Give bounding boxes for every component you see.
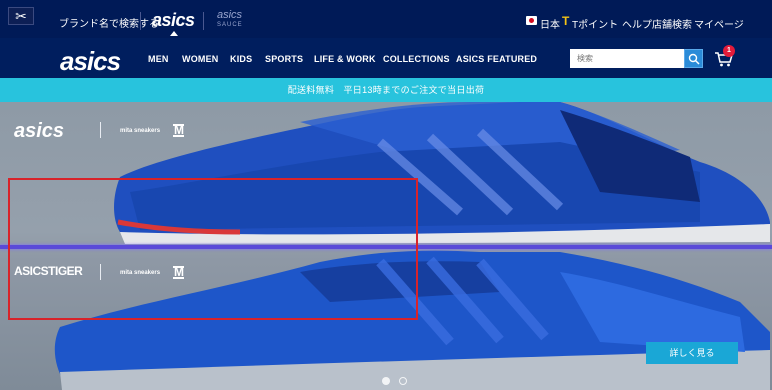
carousel-dot-active[interactable] (382, 377, 390, 385)
nav-collections[interactable]: COLLECTIONS (383, 54, 450, 64)
divider (140, 12, 141, 30)
mita-sneakers-label: mita sneakers (120, 128, 161, 134)
tpoint-icon: T (562, 14, 570, 28)
country-link[interactable]: 日本 (540, 16, 560, 31)
search-icon (688, 53, 700, 65)
search-input[interactable] (570, 49, 684, 68)
divider (203, 12, 204, 30)
nav-sports[interactable]: SPORTS (265, 54, 303, 64)
asics-logo[interactable]: asics (60, 46, 121, 77)
search-button[interactable] (684, 49, 703, 68)
mypage-link[interactable]: マイページ (694, 16, 744, 31)
nav-women[interactable]: WOMEN (182, 54, 219, 64)
active-brand-indicator (170, 31, 178, 36)
search-by-brand-link[interactable]: ブランド名で検索する (59, 15, 159, 30)
nav-men[interactable]: MEN (148, 54, 169, 64)
main-navigation: asics MEN WOMEN KIDS SPORTS LIFE & WORK … (0, 38, 772, 78)
utility-bar: ✂ ブランド名で検索する asics asics SAUCE 日本 T Tポイン… (0, 0, 772, 38)
see-details-button[interactable]: 詳しく見る (646, 342, 738, 364)
cart-count-badge: 1 (723, 45, 735, 57)
highlight-rectangle (8, 178, 418, 320)
help-link[interactable]: ヘルプ (622, 16, 652, 31)
tools-icon[interactable]: ✂ (8, 7, 34, 25)
hero-asics-tiger-logo: ASICSTIGER (14, 264, 83, 278)
announcement-bar[interactable]: 配送料無料 平日13時までのご注文で当日出荷 (0, 78, 772, 102)
hero-banner[interactable]: asics mita sneakers M ASICSTIGER mita sn… (0, 102, 772, 390)
mita-logo-icon: M (173, 265, 184, 279)
mita-sneakers-label: mita sneakers (120, 270, 161, 276)
nav-kids[interactable]: KIDS (230, 54, 252, 64)
asics-tiger-sub-label: SAUCE (217, 22, 243, 28)
nav-asics-featured[interactable]: ASICS FEATURED (456, 54, 537, 64)
japan-flag-icon (526, 16, 537, 25)
store-search-link[interactable]: 店舗検索 (652, 16, 692, 31)
asics-tiger-brand-link[interactable]: asics SAUCE (217, 10, 243, 30)
nav-life-work[interactable]: LIFE & WORK (314, 54, 376, 64)
mita-logo-icon: M (173, 123, 184, 137)
hero-asics-logo: asics (14, 120, 65, 142)
divider (100, 264, 101, 280)
divider (100, 122, 101, 138)
asics-brand-link[interactable]: asics (152, 10, 195, 31)
tpoint-link[interactable]: Tポイント (572, 16, 618, 31)
carousel-dot[interactable] (399, 377, 407, 385)
